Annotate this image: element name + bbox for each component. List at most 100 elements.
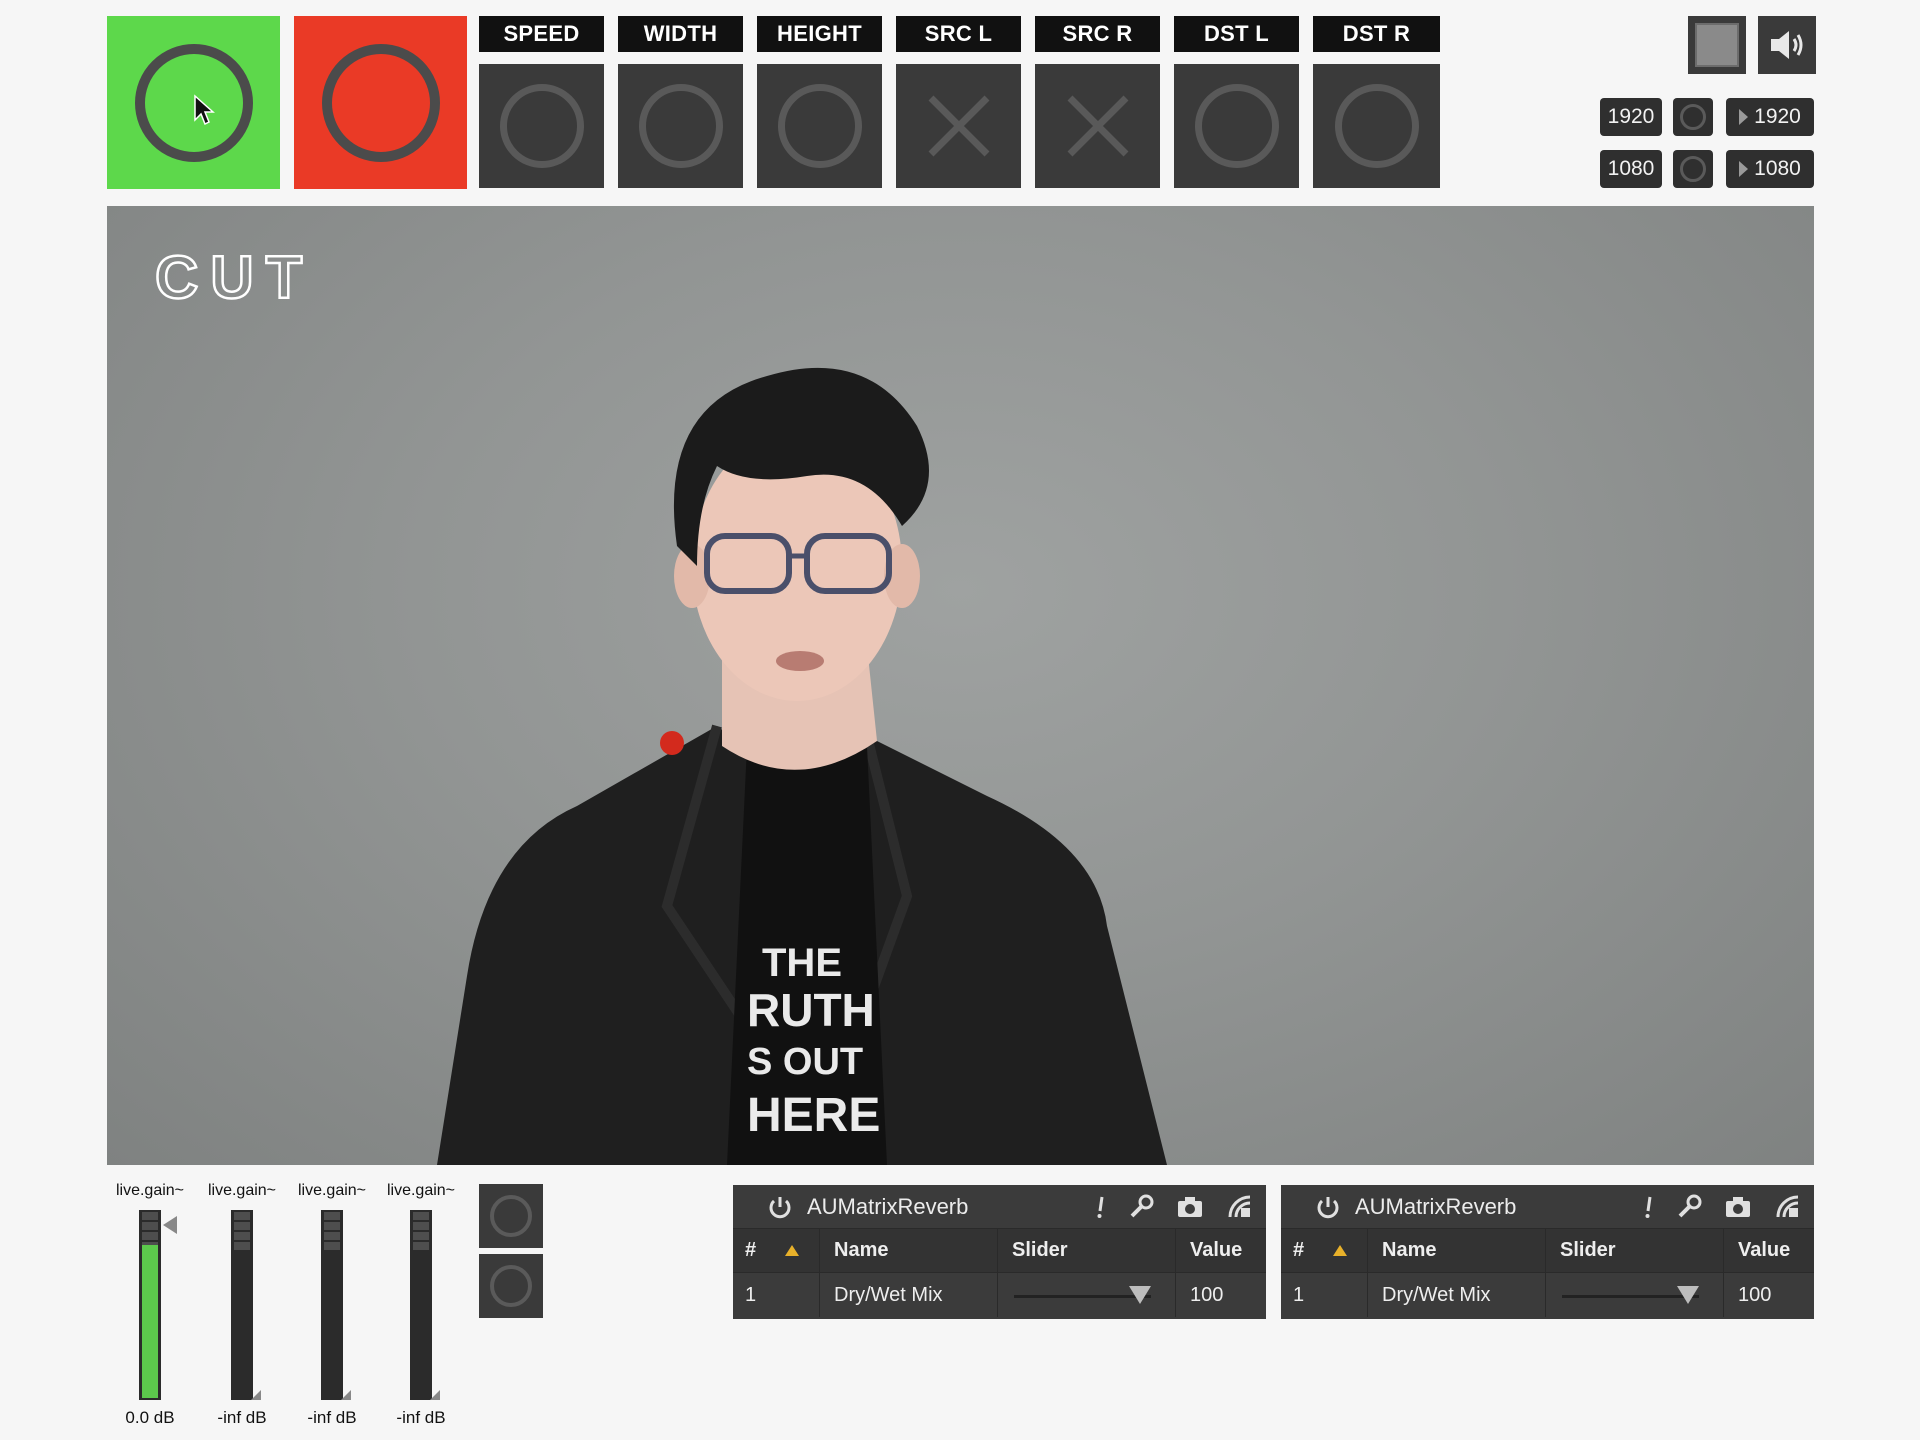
gain-meter-label: live.gain~ bbox=[207, 1182, 277, 1199]
speed-toggle[interactable] bbox=[479, 64, 604, 188]
shirt-text-line-4: HERE bbox=[747, 1089, 880, 1142]
circle-icon bbox=[638, 84, 723, 168]
meter-segments bbox=[413, 1212, 429, 1250]
speed-column: SPEED bbox=[479, 16, 604, 188]
col-name[interactable]: Name bbox=[819, 1229, 997, 1272]
sort-column[interactable] bbox=[785, 1245, 819, 1256]
wrench-icon[interactable] bbox=[1676, 1194, 1702, 1220]
src-l-toggle[interactable] bbox=[896, 64, 1021, 188]
plugin-panel-1: AUMatrixReverb # Name Slider Value 1 Dry… bbox=[733, 1185, 1266, 1319]
param-name: Dry/Wet Mix bbox=[819, 1273, 997, 1317]
circle-icon bbox=[1680, 104, 1706, 130]
src-r-toggle[interactable] bbox=[1035, 64, 1160, 188]
dst-r-label: DST R bbox=[1313, 16, 1440, 52]
circle-icon bbox=[777, 84, 862, 168]
audio-toggle[interactable] bbox=[1758, 16, 1816, 74]
power-icon[interactable] bbox=[1315, 1194, 1341, 1220]
src-l-column: SRC L bbox=[896, 16, 1021, 188]
gain-meter-1[interactable]: live.gain~ 0.0 dB bbox=[110, 1182, 190, 1428]
gain-meter-track[interactable] bbox=[321, 1210, 351, 1400]
gain-meter-label: live.gain~ bbox=[115, 1182, 185, 1199]
exclamation-icon[interactable] bbox=[1644, 1194, 1654, 1220]
gain-meter-track[interactable] bbox=[231, 1210, 261, 1400]
gain-meter-value: -inf dB bbox=[217, 1408, 267, 1427]
col-slider[interactable]: Slider bbox=[997, 1229, 1175, 1272]
param-num: 1 bbox=[745, 1283, 757, 1306]
gain-meter-track[interactable] bbox=[139, 1210, 177, 1400]
mouse-cursor-icon bbox=[194, 94, 215, 126]
gain-meter-label: live.gain~ bbox=[297, 1182, 367, 1199]
dst-r-column: DST R bbox=[1313, 16, 1440, 188]
slider-thumb[interactable] bbox=[1129, 1286, 1151, 1304]
param-name: Dry/Wet Mix bbox=[1367, 1273, 1545, 1317]
height-link-toggle[interactable] bbox=[1673, 150, 1713, 188]
height-out-number[interactable]: 1080 bbox=[1726, 150, 1814, 188]
preset-icon[interactable] bbox=[1226, 1193, 1254, 1221]
param-slider[interactable] bbox=[1545, 1273, 1723, 1317]
width-link-toggle[interactable] bbox=[1673, 98, 1713, 136]
shirt-text-line-1: THE bbox=[762, 941, 842, 985]
width-out-number[interactable]: 1920 bbox=[1726, 98, 1814, 136]
x-icon bbox=[928, 95, 989, 157]
col-num[interactable]: # bbox=[733, 1239, 785, 1262]
col-value[interactable]: Value bbox=[1175, 1229, 1266, 1272]
gain-slider-handle[interactable] bbox=[251, 1390, 261, 1400]
slider-thumb[interactable] bbox=[1677, 1286, 1699, 1304]
stop-square-icon bbox=[1695, 23, 1739, 67]
small-toggle-1[interactable] bbox=[479, 1184, 543, 1248]
play-arrow-icon bbox=[1739, 161, 1749, 177]
circle-icon bbox=[1194, 84, 1279, 168]
preset-icon[interactable] bbox=[1774, 1193, 1802, 1221]
height-toggle[interactable] bbox=[757, 64, 882, 188]
width-column: WIDTH bbox=[618, 16, 743, 188]
power-icon[interactable] bbox=[767, 1194, 793, 1220]
gain-meter-3[interactable]: live.gain~ -inf dB bbox=[292, 1182, 372, 1428]
camera-icon[interactable] bbox=[1724, 1195, 1752, 1219]
gain-meter-value: -inf dB bbox=[396, 1408, 446, 1427]
dst-r-toggle[interactable] bbox=[1313, 64, 1440, 188]
src-r-column: SRC R bbox=[1035, 16, 1160, 188]
col-name[interactable]: Name bbox=[1367, 1229, 1545, 1272]
col-num[interactable]: # bbox=[1281, 1239, 1333, 1262]
height-in-number[interactable]: 1080 bbox=[1600, 150, 1662, 188]
meter-segments bbox=[234, 1212, 250, 1250]
camera-icon[interactable] bbox=[1176, 1195, 1204, 1219]
col-slider[interactable]: Slider bbox=[1545, 1229, 1723, 1272]
exclamation-icon[interactable] bbox=[1096, 1194, 1106, 1220]
gain-slider-handle[interactable] bbox=[163, 1216, 177, 1234]
param-num: 1 bbox=[1293, 1283, 1305, 1306]
gain-meter-track[interactable] bbox=[410, 1210, 440, 1400]
meter-segments bbox=[324, 1212, 340, 1250]
gain-meter-2[interactable]: live.gain~ -inf dB bbox=[202, 1182, 282, 1428]
width-toggle[interactable] bbox=[618, 64, 743, 188]
param-value[interactable]: 100 bbox=[1175, 1273, 1266, 1317]
speed-label: SPEED bbox=[479, 16, 604, 52]
plugin-name: AUMatrixReverb bbox=[807, 1193, 969, 1219]
circle-icon bbox=[490, 1195, 532, 1237]
width-out-value: 1920 bbox=[1754, 105, 1801, 128]
gain-meter-4[interactable]: live.gain~ -inf dB bbox=[381, 1182, 461, 1428]
dst-l-column: DST L bbox=[1174, 16, 1299, 188]
dst-l-toggle[interactable] bbox=[1174, 64, 1299, 188]
height-label: HEIGHT bbox=[757, 16, 882, 52]
gain-meter-label: live.gain~ bbox=[386, 1182, 456, 1199]
plugin-name: AUMatrixReverb bbox=[1355, 1193, 1517, 1219]
parameter-table-header: # Name Slider Value bbox=[733, 1229, 1266, 1273]
param-slider[interactable] bbox=[997, 1273, 1175, 1317]
parameter-row: 1 Dry/Wet Mix 100 bbox=[733, 1273, 1266, 1317]
circle-icon bbox=[321, 43, 440, 162]
gain-slider-handle[interactable] bbox=[341, 1390, 351, 1400]
plugin-toolbar: AUMatrixReverb bbox=[733, 1185, 1266, 1229]
sort-column[interactable] bbox=[1333, 1245, 1367, 1256]
col-value[interactable]: Value bbox=[1723, 1229, 1814, 1272]
stop-button[interactable] bbox=[1688, 16, 1746, 74]
param-value[interactable]: 100 bbox=[1723, 1273, 1814, 1317]
play-toggle[interactable] bbox=[107, 16, 280, 189]
small-toggle-2[interactable] bbox=[479, 1254, 543, 1318]
src-l-label: SRC L bbox=[896, 16, 1021, 52]
wrench-icon[interactable] bbox=[1128, 1194, 1154, 1220]
gain-slider-handle[interactable] bbox=[430, 1390, 440, 1400]
record-toggle[interactable] bbox=[294, 16, 467, 189]
width-in-number[interactable]: 1920 bbox=[1600, 98, 1662, 136]
video-display: CUT THE RUTH S OUT HERE bbox=[107, 206, 1814, 1165]
